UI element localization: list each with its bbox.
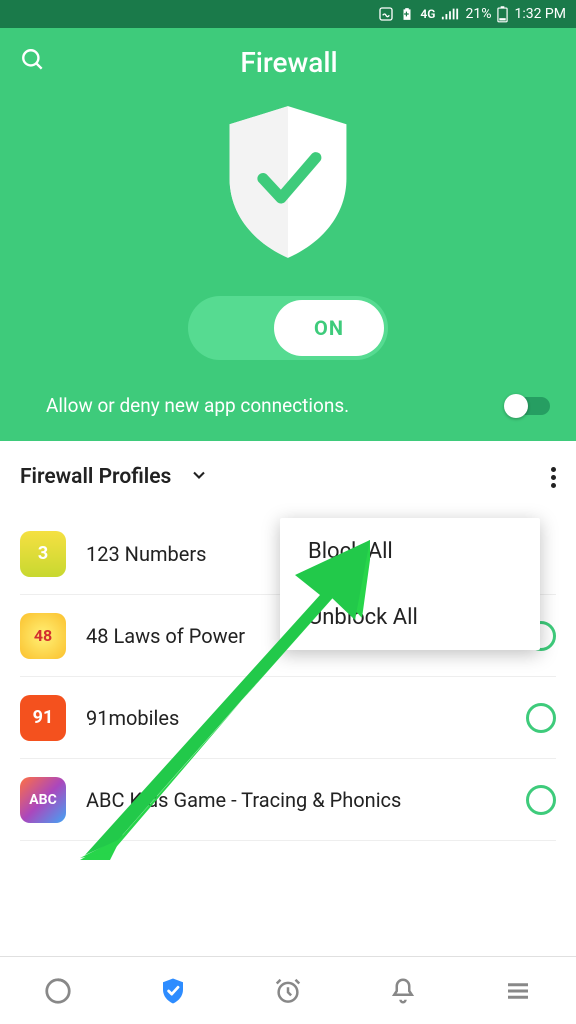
battery-saver-icon [400,6,414,22]
profiles-dropdown-label: Firewall Profiles [20,465,171,489]
app-icon: 48 [20,613,66,659]
network-type-label: 4G [420,7,435,21]
firewall-main-toggle-label: ON [274,300,384,356]
app-toggle-circle[interactable] [526,703,556,733]
firewall-main-toggle[interactable]: ON [188,296,388,360]
app-toggle-circle[interactable] [526,785,556,815]
nav-firewall[interactable] [155,973,191,1009]
toggle-knob [504,394,528,418]
search-icon[interactable] [20,47,46,77]
header: Firewall ON Allow or deny new app connec… [0,28,576,441]
app-row[interactable]: ABC ABC Kids Game - Tracing & Phonics [20,759,556,841]
more-options-button[interactable] [551,467,556,488]
app-name-label: ABC Kids Game - Tracing & Phonics [86,788,506,812]
nav-notifications[interactable] [385,973,421,1009]
battery-icon [497,6,508,23]
app-icon: 91 [20,695,66,741]
battery-pct-label: 21% [465,6,491,22]
context-menu: Block All Unblock All [280,518,540,650]
bottom-nav [0,956,576,1024]
signal-icon [441,7,459,21]
nav-clock[interactable] [270,973,306,1009]
clock-label: 1:32 PM [514,6,566,22]
app-row[interactable]: 91 91mobiles [20,677,556,759]
allow-deny-label: Allow or deny new app connections. [46,394,349,417]
app-indicator-icon [378,6,394,22]
nav-menu[interactable] [500,973,536,1009]
profiles-dropdown[interactable]: Firewall Profiles [20,465,209,489]
allow-deny-toggle[interactable] [506,397,550,415]
chevron-down-icon [189,465,209,489]
page-title: Firewall [46,46,532,79]
app-name-label: 91mobiles [86,706,506,730]
menu-item-unblock-all[interactable]: Unblock All [280,584,540,650]
status-bar: 4G 21% 1:32 PM [0,0,576,28]
app-icon: 3 [20,531,66,577]
nav-data-usage[interactable] [40,973,76,1009]
app-icon: ABC [20,777,66,823]
menu-item-block-all[interactable]: Block All [280,518,540,584]
shield-check-icon [218,102,358,262]
